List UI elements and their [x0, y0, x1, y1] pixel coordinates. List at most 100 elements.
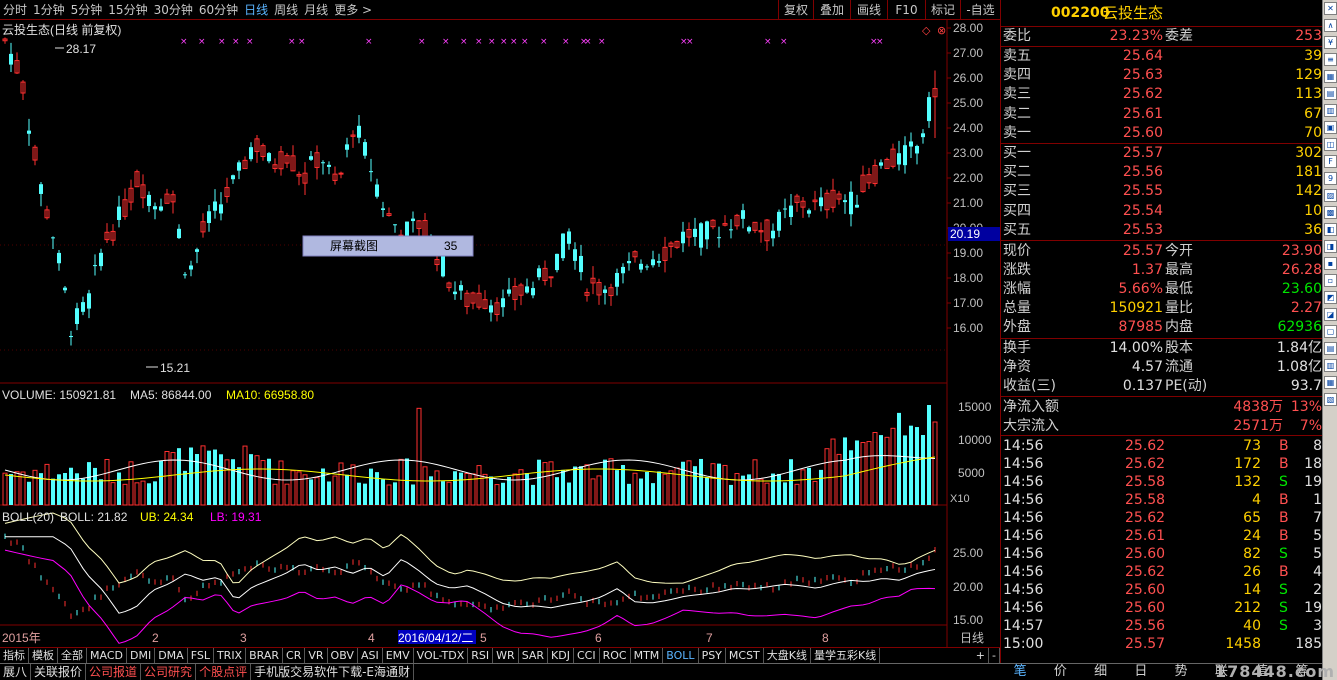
quote-tab[interactable]: 日	[1121, 664, 1161, 680]
quote-tab[interactable]: 细	[1081, 664, 1121, 680]
indicator-tab[interactable]: BRAR	[246, 648, 284, 663]
indicator-tab[interactable]: DMI	[127, 648, 156, 663]
event-marker[interactable]: ×	[876, 37, 884, 47]
indicator-tab[interactable]: OBV	[328, 648, 358, 663]
sidebar-tool-icon[interactable]: ◧	[1324, 223, 1337, 236]
indicator-tab[interactable]: SAR	[519, 648, 549, 663]
event-marker[interactable]: ×	[288, 37, 296, 47]
sidebar-tool-icon[interactable]: ◩	[1324, 291, 1337, 304]
sidebar-tool-icon[interactable]: ▤	[1324, 342, 1337, 355]
overlay-button[interactable]: 叠加	[813, 0, 850, 20]
sidebar-tool-icon[interactable]: ▢	[1324, 325, 1337, 338]
sidebar-tool-icon[interactable]: ≡	[1324, 53, 1337, 66]
event-marker[interactable]: ×	[232, 37, 240, 47]
event-marker[interactable]: ×	[180, 37, 188, 47]
sidebar-tool-icon[interactable]: ✕	[1324, 2, 1337, 15]
event-marker[interactable]: ×	[598, 37, 606, 47]
indicator-tab[interactable]: CR	[283, 648, 306, 663]
sidebar-tool-icon[interactable]: ▥	[1324, 104, 1337, 117]
event-marker[interactable]: ×	[686, 37, 694, 47]
mark-button[interactable]: 标记	[925, 0, 960, 20]
f10-button[interactable]: F10	[887, 0, 925, 20]
status-item[interactable]: 手机版交易软件下载-E海通财	[251, 664, 414, 680]
event-marker[interactable]: ×	[562, 37, 570, 47]
indicator-tab[interactable]: MTM	[631, 648, 664, 663]
indicator-tab[interactable]: 模板	[29, 648, 58, 663]
indicator-tab[interactable]: EMV	[383, 648, 414, 663]
period-tab[interactable]: 日线	[241, 0, 271, 20]
event-marker[interactable]: ×	[488, 37, 496, 47]
event-marker[interactable]: ×	[584, 37, 592, 47]
event-marker[interactable]: ×	[475, 37, 483, 47]
indicator-tab[interactable]: BOLL	[663, 648, 699, 663]
quote-tab[interactable]: 价	[1040, 664, 1080, 680]
indicator-tab[interactable]: CCI	[574, 648, 600, 663]
indicator-tab[interactable]: VR	[305, 648, 328, 663]
event-marker[interactable]: ×	[540, 37, 548, 47]
indicator-tab[interactable]: 全部	[58, 648, 87, 663]
period-tab[interactable]: 15分钟	[105, 0, 150, 20]
status-item[interactable]: 个股点评	[196, 664, 252, 680]
sidebar-tool-icon[interactable]: ◫	[1324, 138, 1337, 151]
event-marker[interactable]: ×	[780, 37, 788, 47]
event-marker[interactable]: ×	[521, 37, 529, 47]
indicator-tab[interactable]: WR	[493, 648, 519, 663]
status-item[interactable]: 公司研究	[141, 664, 197, 680]
indicator-tab[interactable]: 指标	[0, 648, 29, 663]
event-marker[interactable]: ×	[246, 37, 254, 47]
period-tab[interactable]: 月线	[301, 0, 331, 20]
quote-tab[interactable]: 势	[1161, 664, 1201, 680]
indicator-tab[interactable]: ASI	[358, 648, 383, 663]
sidebar-tool-icon[interactable]: ▧	[1324, 393, 1337, 406]
sidebar-tool-icon[interactable]: ▥	[1324, 359, 1337, 372]
event-marker[interactable]: ×	[198, 37, 206, 47]
event-marker[interactable]: ×	[500, 37, 508, 47]
status-item[interactable]: 公司报道	[86, 664, 142, 680]
indicator-tab[interactable]: MCST	[726, 648, 764, 663]
event-marker[interactable]: ×	[365, 37, 373, 47]
event-marker[interactable]: ×	[764, 37, 772, 47]
indicator-tab[interactable]: VOL-TDX	[414, 648, 469, 663]
period-tab[interactable]: 60分钟	[196, 0, 241, 20]
period-tab[interactable]: 周线	[271, 0, 301, 20]
kline-chart[interactable]: 28.00 27.00 26.00 25.00 24.00 23.00 22.00 21.00…	[0, 20, 1000, 663]
indicator-tab[interactable]: 大盘K线	[764, 648, 811, 663]
status-item[interactable]: 展八	[0, 664, 32, 680]
sidebar-tool-icon[interactable]: ▤	[1324, 87, 1337, 100]
indicator-tab[interactable]: KDJ	[548, 648, 574, 663]
sidebar-tool-icon[interactable]: ◨	[1324, 240, 1337, 253]
status-item[interactable]: 关联报价	[31, 664, 87, 680]
zoom-button[interactable]: -	[989, 648, 1000, 663]
indicator-tab[interactable]: PSY	[699, 648, 726, 663]
sidebar-tool-icon[interactable]: ▨	[1324, 189, 1337, 202]
sidebar-tool-icon[interactable]: ▣	[1324, 121, 1337, 134]
event-marker[interactable]: ×	[510, 37, 518, 47]
indicator-tab[interactable]: MACD	[87, 648, 127, 663]
quote-tab[interactable]: 笔	[1000, 664, 1040, 680]
indicator-tab[interactable]: DMA	[155, 648, 188, 663]
period-tab[interactable]: 1分钟	[30, 0, 68, 20]
sidebar-tool-icon[interactable]: ▫	[1324, 274, 1337, 287]
period-tab[interactable]: 5分钟	[68, 0, 106, 20]
sidebar-tool-icon[interactable]: ▦	[1324, 376, 1337, 389]
sidebar-tool-icon[interactable]: ∧	[1324, 19, 1337, 32]
zoom-button[interactable]: +	[973, 648, 990, 663]
sidebar-tool-icon[interactable]: ▪	[1324, 257, 1337, 270]
period-tab[interactable]: 分时	[0, 0, 30, 20]
draw-line-button[interactable]: 画线	[850, 0, 887, 20]
period-tab[interactable]: 更多 >	[331, 0, 375, 20]
indicator-tab[interactable]: ROC	[600, 648, 631, 663]
sidebar-tool-icon[interactable]: ▩	[1324, 206, 1337, 219]
indicator-tab[interactable]: 量学五彩K线	[811, 648, 881, 663]
event-marker[interactable]: ×	[460, 37, 468, 47]
event-marker[interactable]: ×	[418, 37, 426, 47]
add-watchlist-button[interactable]: -自选	[960, 0, 1000, 20]
sidebar-tool-icon[interactable]: ▦	[1324, 70, 1337, 83]
diamond-icon[interactable]: ◇	[922, 24, 931, 37]
period-tab[interactable]: 30分钟	[151, 0, 196, 20]
fuquan-button[interactable]: 复权	[778, 0, 813, 20]
sidebar-tool-icon[interactable]: ¥	[1324, 36, 1337, 49]
close-chart-icon[interactable]: ⊗	[937, 24, 946, 37]
indicator-tab[interactable]: TRIX	[214, 648, 247, 663]
sidebar-tool-icon[interactable]: F	[1324, 155, 1337, 168]
